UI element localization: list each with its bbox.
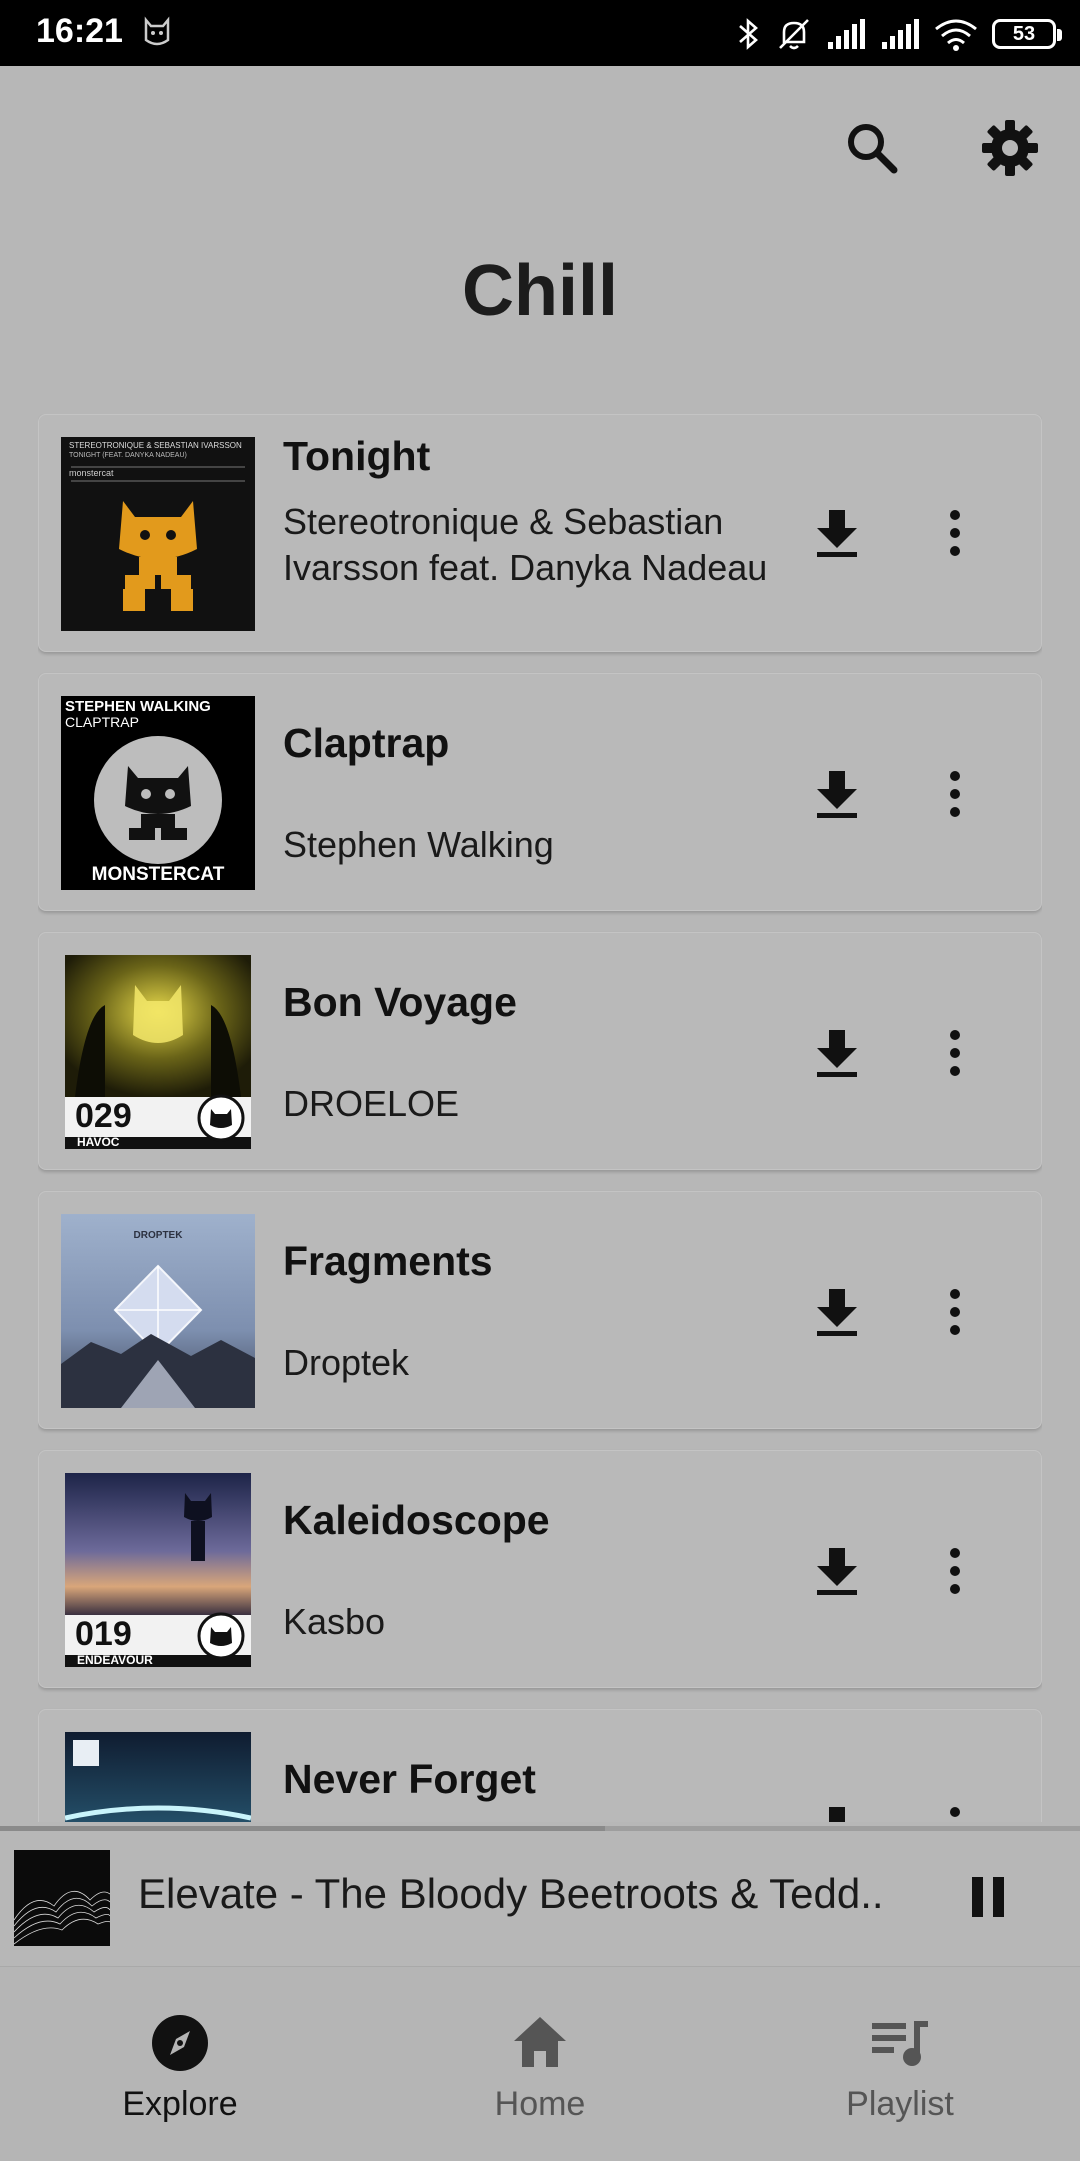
nav-label: Explore bbox=[122, 2085, 238, 2123]
song-title: Fragments bbox=[283, 1238, 493, 1284]
song-card[interactable]: Never Forget bbox=[38, 1709, 1042, 1822]
cover-artist-text: STEREOTRONIQUE & SEBASTIAN IVARSSON bbox=[69, 441, 242, 450]
song-card[interactable]: 019 ENDEAVOUR Kaleidoscope Kasbo bbox=[38, 1450, 1042, 1688]
download-icon bbox=[829, 1807, 845, 1822]
settings-icon bbox=[982, 120, 1038, 176]
nav-item-home[interactable]: Home bbox=[410, 1967, 670, 2161]
more-vert-icon bbox=[950, 1807, 960, 1817]
compass-icon bbox=[152, 2015, 208, 2071]
pause-icon bbox=[972, 1877, 1004, 1917]
cover-label-text: HAVOC bbox=[77, 1135, 120, 1149]
status-bar: 16:21 53 bbox=[0, 0, 1080, 66]
cover-art bbox=[65, 1732, 251, 1822]
cover-subtitle-text: CLAPTRAP bbox=[65, 714, 139, 730]
progress-fill bbox=[0, 1826, 605, 1831]
download-button[interactable] bbox=[801, 497, 873, 569]
download-icon bbox=[817, 510, 857, 557]
download-icon bbox=[817, 771, 857, 818]
more-options-button[interactable] bbox=[927, 758, 983, 830]
cover-number-text: 029 bbox=[75, 1097, 132, 1135]
status-icons: 53 bbox=[736, 14, 1062, 54]
cover-number-text: 019 bbox=[75, 1615, 132, 1653]
album-cover bbox=[65, 1732, 251, 1822]
cover-art bbox=[61, 437, 255, 631]
more-vert-icon bbox=[950, 1289, 960, 1335]
song-title: Kaleidoscope bbox=[283, 1497, 550, 1543]
song-card[interactable]: DROPTEK Fragments Droptek bbox=[38, 1191, 1042, 1429]
download-button[interactable] bbox=[801, 758, 873, 830]
song-list[interactable]: STEREOTRONIQUE & SEBASTIAN IVARSSON TONI… bbox=[38, 414, 1042, 1822]
more-vert-icon bbox=[950, 1030, 960, 1076]
download-button[interactable] bbox=[801, 1535, 873, 1607]
bottom-navigation: Explore Home Playlist bbox=[0, 1966, 1080, 2161]
pause-button[interactable] bbox=[960, 1862, 1016, 1932]
search-button[interactable] bbox=[832, 108, 912, 188]
cover-art bbox=[14, 1850, 110, 1946]
now-playing-title[interactable]: Elevate - The Bloody Beetroots & Tedd.. bbox=[138, 1870, 918, 1918]
song-artist: Kasbo bbox=[283, 1601, 386, 1642]
more-vert-icon bbox=[950, 510, 960, 556]
cover-label-text: monstercat bbox=[69, 468, 114, 478]
more-vert-icon bbox=[950, 771, 960, 817]
nav-item-playlist[interactable]: Playlist bbox=[770, 1967, 1030, 2161]
search-icon bbox=[848, 124, 898, 174]
album-cover: STEREOTRONIQUE & SEBASTIAN IVARSSON TONI… bbox=[61, 437, 255, 631]
cat-icon bbox=[144, 16, 170, 46]
battery-icon: 53 bbox=[992, 19, 1062, 49]
song-artist: Stephen Walking bbox=[283, 824, 554, 865]
more-options-button[interactable] bbox=[927, 1276, 983, 1348]
more-options-button[interactable] bbox=[927, 1794, 983, 1822]
song-artist: DROELOE bbox=[283, 1083, 460, 1124]
top-bar bbox=[0, 66, 1080, 236]
page-title: Chill bbox=[462, 251, 618, 331]
wifi-icon bbox=[935, 19, 977, 51]
bluetooth-icon bbox=[739, 18, 758, 50]
cover-label-text: DROPTEK bbox=[133, 1230, 183, 1241]
album-cover: 019 ENDEAVOUR bbox=[65, 1473, 251, 1667]
song-artist: Droptek bbox=[283, 1342, 410, 1383]
signal-icon bbox=[882, 19, 919, 49]
more-options-button[interactable] bbox=[927, 1535, 983, 1607]
nav-label: Home bbox=[494, 2085, 586, 2123]
more-options-button[interactable] bbox=[927, 497, 983, 569]
bell-off-icon bbox=[779, 19, 809, 50]
album-cover: STEPHEN WALKING CLAPTRAP MONSTERCAT bbox=[61, 696, 255, 890]
download-icon bbox=[817, 1548, 857, 1595]
more-vert-icon bbox=[950, 1548, 960, 1594]
settings-button[interactable] bbox=[970, 108, 1050, 188]
song-card[interactable]: STEPHEN WALKING CLAPTRAP MONSTERCAT Clap… bbox=[38, 673, 1042, 911]
song-artist: Stereotronique & Sebastian Ivarsson feat… bbox=[283, 501, 768, 588]
more-options-button[interactable] bbox=[927, 1017, 983, 1089]
now-playing-cover bbox=[14, 1850, 110, 1946]
now-playing-bar[interactable]: Elevate - The Bloody Beetroots & Tedd.. bbox=[0, 1826, 1080, 1966]
cover-art bbox=[61, 1214, 255, 1408]
cover-label-text: MONSTERCAT bbox=[91, 864, 225, 885]
song-card[interactable]: 029 HAVOC Bon Voyage DROELOE bbox=[38, 932, 1042, 1170]
album-cover: DROPTEK bbox=[61, 1214, 255, 1408]
song-title: Bon Voyage bbox=[283, 979, 517, 1025]
song-card[interactable]: STEREOTRONIQUE & SEBASTIAN IVARSSON TONI… bbox=[38, 414, 1042, 652]
cover-artist-text: STEPHEN WALKING bbox=[65, 698, 211, 715]
album-cover: 029 HAVOC bbox=[65, 955, 251, 1149]
progress-bar[interactable] bbox=[0, 1826, 1080, 1831]
download-button[interactable] bbox=[801, 1017, 873, 1089]
download-icon bbox=[817, 1289, 857, 1336]
song-title: Claptrap bbox=[283, 720, 450, 766]
cover-subtitle-text: TONIGHT (FEAT. DANYKA NADEAU) bbox=[69, 452, 187, 459]
song-title: Never Forget bbox=[283, 1756, 536, 1802]
nav-label: Playlist bbox=[846, 2085, 954, 2123]
home-icon bbox=[514, 2017, 566, 2067]
download-icon bbox=[817, 1030, 857, 1077]
playlist-icon bbox=[872, 2021, 928, 2066]
cover-label-text: ENDEAVOUR bbox=[77, 1653, 153, 1667]
download-button[interactable] bbox=[801, 1276, 873, 1348]
song-title: Tonight bbox=[283, 433, 431, 479]
download-button[interactable] bbox=[801, 1794, 873, 1822]
status-time: 16:21 bbox=[36, 12, 123, 50]
signal-icon bbox=[828, 19, 865, 49]
nav-item-explore[interactable]: Explore bbox=[50, 1967, 310, 2161]
